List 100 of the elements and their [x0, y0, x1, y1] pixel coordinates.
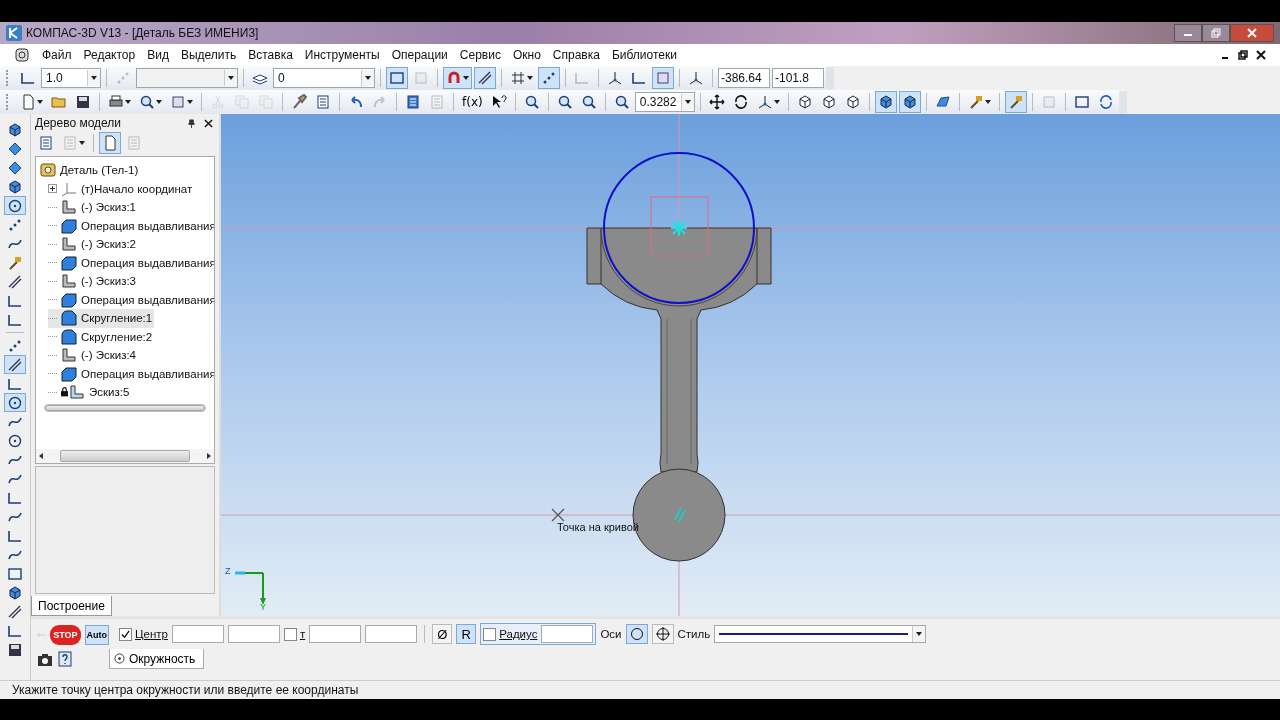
document-icon — [102, 135, 118, 151]
toolbar-combo[interactable]: 0.3282 — [634, 92, 695, 112]
circle-button[interactable] — [625, 624, 648, 644]
menu-item[interactable]: Окно — [506, 48, 547, 62]
auto-button[interactable]: Auto — [84, 625, 109, 645]
menu-item[interactable]: Библиотеки — [605, 48, 683, 62]
restore-icon[interactable] — [1238, 50, 1248, 60]
tree-list-icon — [38, 135, 54, 151]
menu-item[interactable]: Справка — [546, 48, 606, 62]
tree-item[interactable]: Операция выдавливания — [48, 364, 214, 383]
line-style-dropdown[interactable] — [714, 625, 927, 643]
radius-button[interactable]: R — [456, 624, 477, 644]
center-checkbox[interactable]: Центр — [119, 627, 168, 641]
toolbar-combo[interactable]: 1.0 — [41, 68, 101, 88]
tree-item[interactable]: Скругление:2 — [48, 327, 155, 346]
dropdown-arrow-icon[interactable] — [773, 100, 780, 104]
sketch-icon — [61, 347, 77, 364]
axis-indicator-drawing — [235, 571, 266, 605]
tree-item[interactable]: (-) Эскиз:1 — [48, 198, 139, 217]
tool-button[interactable] — [4, 355, 26, 374]
camera-icon[interactable] — [37, 651, 53, 667]
tree-item[interactable]: Скругление:1 — [48, 309, 155, 328]
menu-item[interactable]: Инструменты — [298, 48, 386, 62]
menu-item[interactable]: Сервис — [453, 48, 507, 62]
close-icon[interactable] — [204, 118, 213, 128]
circle-icon — [7, 432, 23, 449]
menu-item[interactable]: Операции — [385, 48, 454, 62]
diamond-icon — [7, 140, 23, 157]
close-icon[interactable] — [1256, 50, 1266, 60]
menu-item[interactable]: Файл — [36, 48, 78, 62]
tree-item[interactable]: Операция выдавливания — [48, 290, 214, 309]
input-field[interactable] — [541, 625, 594, 643]
dropdown-arrow-icon[interactable] — [984, 100, 991, 104]
checkmark-icon — [121, 629, 130, 639]
circle-with-axes-button[interactable] — [651, 624, 674, 644]
document-icon[interactable] — [14, 47, 30, 63]
tree-item[interactable]: (-) Эскиз:4 — [48, 346, 139, 365]
tree-item[interactable]: Эскиз:5 — [48, 383, 132, 402]
tool-button[interactable] — [4, 393, 26, 412]
cursor-icon — [551, 508, 565, 522]
radius-checkbox[interactable]: Радиус — [483, 627, 538, 641]
scroll-left-icon[interactable] — [39, 453, 43, 459]
tree-item[interactable]: Деталь (Тел-1) — [40, 161, 141, 180]
part-icon — [40, 162, 56, 179]
scroll-bar[interactable] — [36, 449, 214, 463]
menu-item[interactable]: Вставка — [242, 48, 299, 62]
toolbar-grip[interactable] — [826, 67, 834, 89]
dropdown-arrow-icon[interactable] — [463, 76, 469, 80]
axis-label: Z — [225, 566, 231, 576]
tree-item[interactable]: (-) Эскиз:2 — [48, 235, 139, 254]
dropdown-arrow-icon[interactable] — [365, 76, 371, 80]
diameter-button[interactable]: Ø — [432, 624, 453, 644]
table-icon — [62, 135, 78, 151]
input-field[interactable] — [227, 625, 280, 643]
circle-icon — [629, 627, 644, 641]
menu-item[interactable]: Выделить — [174, 48, 243, 62]
menu-item[interactable]: Вид — [141, 48, 175, 62]
sketch-icon — [61, 273, 77, 290]
sketch-icon — [61, 199, 77, 216]
table-icon — [126, 135, 142, 151]
pin-icon[interactable] — [187, 118, 196, 128]
tree-item[interactable]: Операция выдавливания — [48, 253, 214, 272]
tree-item[interactable]: Операция выдавливания — [48, 216, 214, 235]
circle-icon — [114, 653, 125, 664]
expand-icon[interactable] — [48, 184, 57, 194]
panel-tab[interactable]: Построение — [31, 596, 112, 616]
dropdown-arrow-icon[interactable] — [916, 632, 923, 636]
cube-icon — [7, 178, 23, 195]
input-field[interactable] — [365, 625, 418, 643]
close-button[interactable] — [1230, 24, 1274, 42]
dropdown-arrow-icon[interactable] — [37, 100, 43, 104]
dropdown-arrow-icon[interactable] — [527, 76, 533, 80]
command-tab[interactable]: Окружность — [109, 649, 205, 669]
dropdown-arrow-icon[interactable] — [156, 100, 162, 104]
dropdown-arrow-icon[interactable] — [125, 100, 131, 104]
toolbar-grip[interactable] — [1118, 91, 1127, 113]
stop-button[interactable]: STOP — [50, 625, 81, 645]
help-icon[interactable] — [57, 651, 73, 667]
coordinate-field[interactable]: -101.8 — [772, 68, 824, 88]
tree-item[interactable]: (-) Эскиз:3 — [48, 272, 139, 291]
input-field[interactable] — [309, 625, 362, 643]
input-field[interactable] — [171, 625, 224, 643]
menu-item[interactable]: Редактор — [77, 48, 142, 62]
fillet-icon — [61, 310, 77, 327]
app-icon — [6, 25, 22, 41]
toolbar-combo[interactable]: 0 — [273, 68, 375, 88]
scroll-right-icon[interactable] — [207, 453, 211, 459]
scroll-bar[interactable] — [44, 403, 206, 412]
dropdown-arrow-icon[interactable] — [684, 100, 691, 104]
minimize-button[interactable] — [1174, 24, 1202, 42]
axes-label: Оси — [600, 628, 622, 640]
dropdown-arrow-icon[interactable] — [91, 76, 97, 80]
function-button[interactable]: f(x) — [459, 91, 486, 113]
fillet-icon — [61, 328, 77, 345]
maximize-button[interactable] — [1202, 24, 1230, 42]
coordinate-field[interactable]: -386.64 — [718, 68, 770, 88]
tool-button[interactable] — [4, 196, 26, 215]
dropdown-arrow-icon[interactable] — [187, 100, 193, 104]
dropdown-arrow-icon[interactable] — [79, 141, 85, 145]
tree-item[interactable]: (т)Начало координат — [48, 179, 195, 198]
